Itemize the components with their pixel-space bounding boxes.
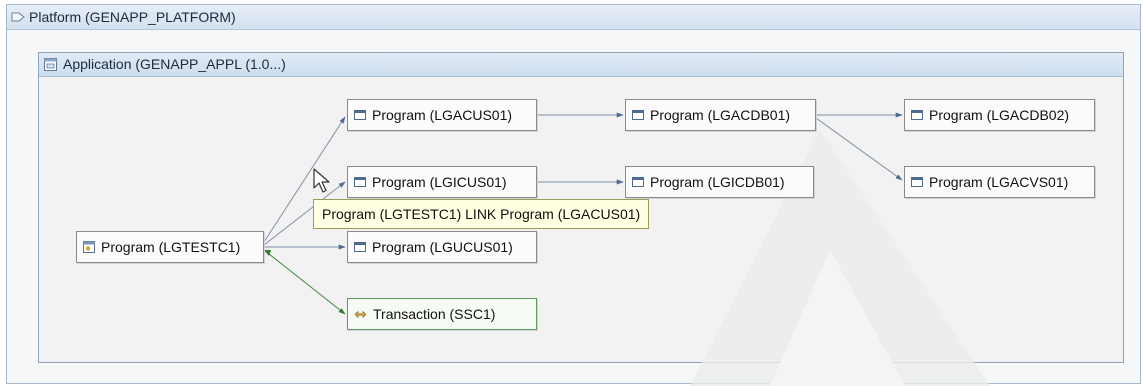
- program-icon: [911, 177, 923, 188]
- node-program-lgacdb02[interactable]: Program (LGACDB02): [904, 99, 1095, 131]
- node-program-lgacdb01[interactable]: Program (LGACDB01): [625, 99, 816, 131]
- node-label: Program (LGICDB01): [650, 174, 785, 190]
- edge-lgacdb01-lgacvs01[interactable]: [815, 117, 903, 181]
- program-icon: [911, 110, 923, 121]
- program-icon: [354, 177, 366, 188]
- transaction-icon: [354, 310, 367, 319]
- node-label: Program (LGACDB02): [929, 107, 1070, 123]
- node-label: Program (LGICUS01): [372, 174, 507, 190]
- program-icon: [354, 110, 366, 121]
- program-icon: [632, 110, 644, 121]
- edge-tooltip: Program (LGTESTC1) LINK Program (LGACUS0…: [313, 199, 650, 229]
- node-program-lgtestc1[interactable]: Program (LGTESTC1): [76, 231, 264, 263]
- node-label: Program (LGTESTC1): [101, 239, 241, 255]
- node-program-lgicdb01[interactable]: Program (LGICDB01): [625, 166, 814, 198]
- node-label: Program (LGACUS01): [372, 107, 513, 123]
- node-label: Program (LGUCUS01): [372, 239, 513, 255]
- program-icon: [632, 177, 644, 188]
- node-program-lgucus01[interactable]: Program (LGUCUS01): [347, 231, 537, 263]
- node-program-lgacvs01[interactable]: Program (LGACVS01): [904, 166, 1095, 198]
- node-label: Program (LGACDB01): [650, 107, 791, 123]
- mouse-pointer-icon: [313, 168, 330, 193]
- edge-lgtestc1-ssc1[interactable]: [263, 249, 346, 315]
- node-program-lgicus01[interactable]: Program (LGICUS01): [347, 166, 537, 198]
- node-label: Program (LGACVS01): [929, 174, 1069, 190]
- program-icon: [83, 241, 95, 254]
- node-transaction-ssc1[interactable]: Transaction (SSC1): [347, 298, 537, 330]
- node-program-lgacus01[interactable]: Program (LGACUS01): [347, 99, 537, 131]
- program-icon: [354, 242, 366, 253]
- node-label: Transaction (SSC1): [373, 306, 496, 322]
